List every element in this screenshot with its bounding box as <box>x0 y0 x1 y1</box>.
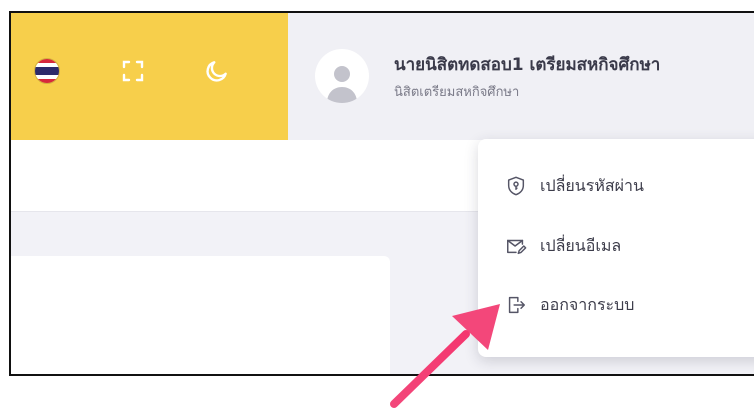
content-card <box>11 256 390 374</box>
menu-item-logout[interactable]: ออกจากระบบ <box>478 281 754 329</box>
theme-toggle-button[interactable] <box>199 53 235 89</box>
thai-flag-icon <box>34 58 60 84</box>
user-avatar-icon <box>315 49 369 103</box>
menu-item-label: เปลี่ยนอีเมล <box>540 235 622 255</box>
user-role: นิสิตเตรียมสหกิจศึกษา <box>394 85 520 100</box>
language-switch-button[interactable] <box>29 53 65 89</box>
fullscreen-button[interactable] <box>115 53 151 89</box>
fullscreen-icon <box>122 60 144 82</box>
key-shield-icon <box>504 174 528 198</box>
menu-item-change-email[interactable]: เปลี่ยนอีเมล <box>478 222 754 270</box>
menu-item-label: ออกจากระบบ <box>540 294 635 314</box>
menu-item-change-password[interactable]: เปลี่ยนรหัสผ่าน <box>478 162 754 210</box>
app-window: นายนิสิตทดสอบ1 เตรียมสหกิจศึกษา นิสิตเตร… <box>9 11 754 376</box>
user-dropdown-menu: เปลี่ยนรหัสผ่าน เปลี่ยนอีเมล ออกจากระบบ <box>478 139 754 357</box>
topbar-tools <box>11 13 288 140</box>
user-profile-toggle[interactable]: นายนิสิตทดสอบ1 เตรียมสหกิจศึกษา นิสิตเตร… <box>315 47 754 107</box>
moon-icon <box>206 61 227 82</box>
logout-icon <box>504 293 528 317</box>
menu-item-label: เปลี่ยนรหัสผ่าน <box>540 175 644 195</box>
user-name: นายนิสิตทดสอบ1 เตรียมสหกิจศึกษา <box>394 55 661 75</box>
mail-edit-icon <box>504 234 528 258</box>
